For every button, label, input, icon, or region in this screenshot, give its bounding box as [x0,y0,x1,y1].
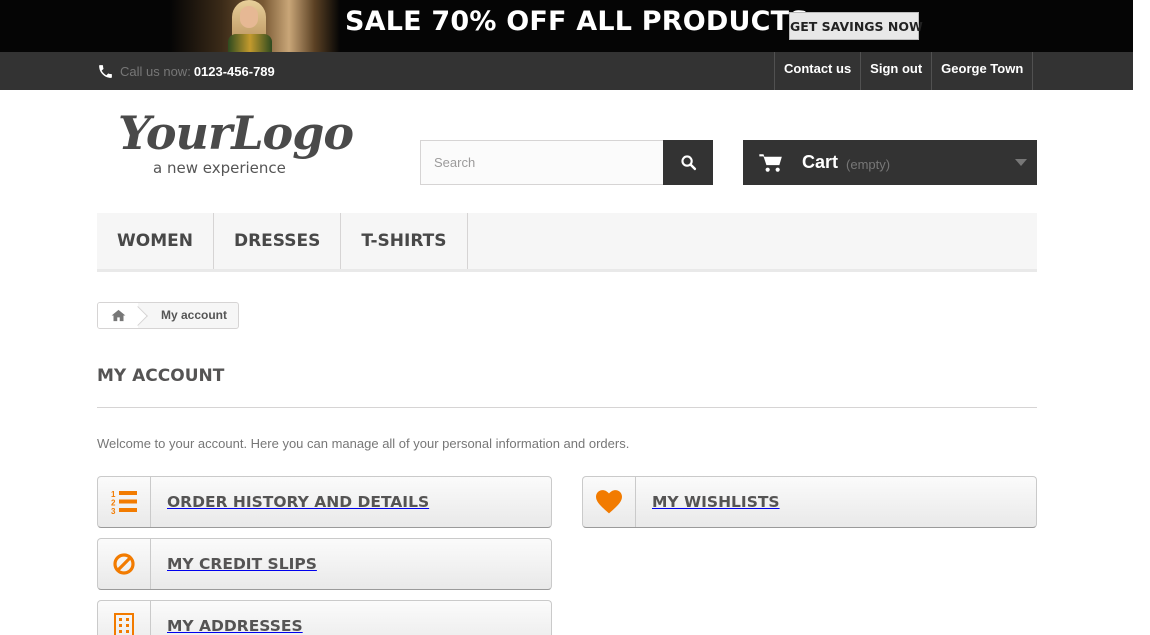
top-nav-bar: Call us now: 0123-456-789 Contact us Sig… [0,52,1133,90]
addresses-button[interactable]: MY ADDRESSES [97,600,552,635]
home-icon [111,309,125,322]
promo-model-image [170,0,340,52]
cart-button[interactable]: Cart (empty) [743,140,1037,185]
ban-icon [113,553,135,575]
addresses-label: MY ADDRESSES [167,617,303,635]
credit-slips-label: MY CREDIT SLIPS [167,555,317,573]
menu-item-tshirts[interactable]: T-SHIRTS [341,213,468,269]
contact-us-link[interactable]: Contact us [775,52,862,90]
numbered-list-icon: 1 2 3 [111,490,137,515]
title-divider [97,407,1037,408]
user-links: Contact us Sign out George Town [774,52,1034,90]
chevron-down-icon [1015,159,1027,166]
welcome-text: Welcome to your account. Here you can ma… [97,436,630,451]
logo-tagline: a new experience [153,159,286,177]
order-history-label: ORDER HISTORY AND DETAILS [167,493,430,511]
page-title: MY ACCOUNT [97,366,225,386]
heart-icon [596,490,622,514]
phone-number: 0123-456-789 [193,63,275,79]
search-form [420,140,713,185]
wishlists-button[interactable]: MY WISHLISTS [582,476,1037,528]
breadcrumb: My account [97,302,240,329]
promo-headline: SALE 70% OFF ALL PRODUCTS [345,6,809,37]
phone-contact: Call us now: 0123-456-789 [97,60,275,82]
sign-out-link[interactable]: Sign out [861,52,933,90]
credit-slips-button[interactable]: MY CREDIT SLIPS [97,538,552,590]
site-logo[interactable]: YourLogo a new experience [118,110,358,182]
search-input[interactable] [420,140,663,185]
svg-text:3: 3 [111,507,116,515]
wishlists-label: MY WISHLISTS [652,493,780,511]
menu-item-women[interactable]: WOMEN [97,213,214,269]
logo-text: YourLogo [118,106,354,160]
account-name-link[interactable]: George Town [932,52,1034,90]
order-history-button[interactable]: 1 2 3 ORDER HISTORY AND DETAILS [97,476,552,528]
main-menu: WOMEN DRESSES T-SHIRTS [97,213,1037,272]
phone-icon [99,64,112,78]
search-icon [680,155,696,171]
phone-label: Call us now: [120,63,191,79]
search-button[interactable] [663,140,713,185]
building-icon [114,613,134,635]
cart-status: (empty) [846,156,891,172]
breadcrumb-home[interactable] [98,303,138,328]
promo-banner[interactable]: SALE 70% OFF ALL PRODUCTS GET SAVINGS NO… [0,0,1133,52]
get-savings-button[interactable]: GET SAVINGS NOW [789,12,923,40]
cart-icon [759,153,782,172]
breadcrumb-current: My account [161,308,228,322]
menu-item-dresses[interactable]: DRESSES [214,213,342,269]
cart-label: Cart [802,152,839,172]
